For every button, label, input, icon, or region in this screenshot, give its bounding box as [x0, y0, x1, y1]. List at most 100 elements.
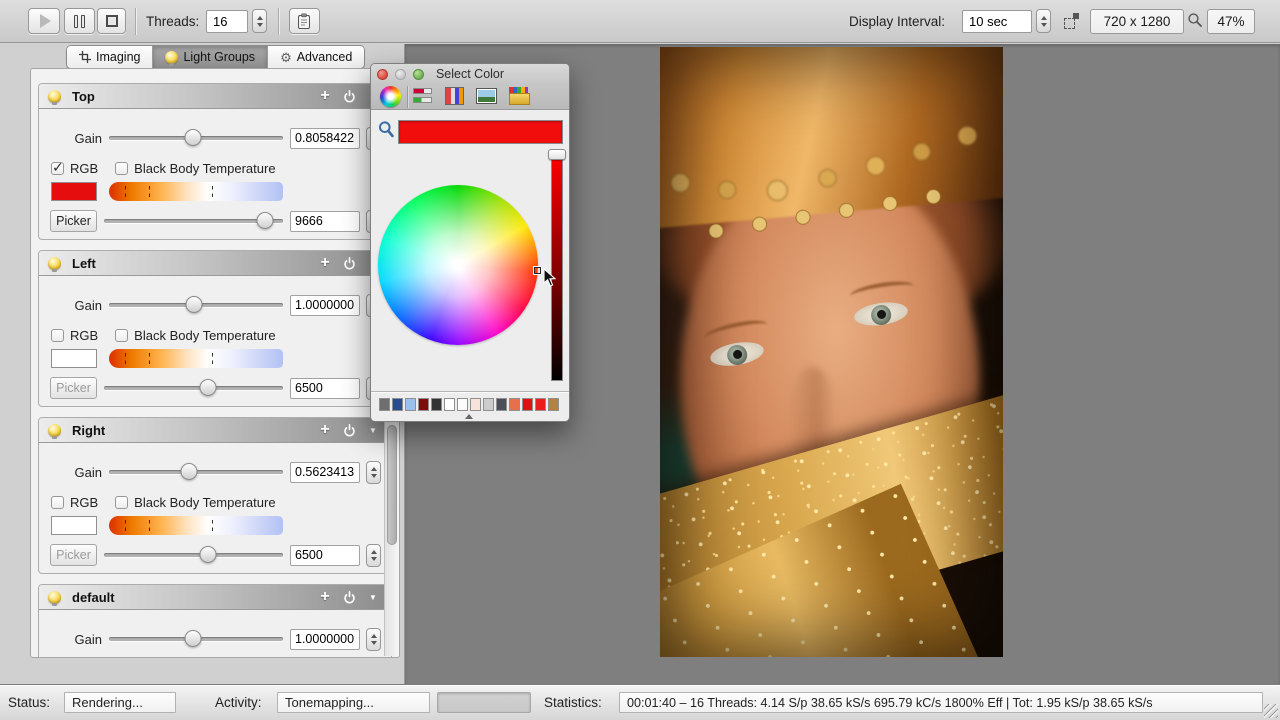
color-wheel[interactable] [378, 185, 538, 345]
copy-to-clipboard-button[interactable] [289, 8, 320, 34]
display-interval-input[interactable] [962, 10, 1032, 33]
add-light-group-button[interactable]: + [317, 423, 333, 437]
rgb-checkbox[interactable] [51, 162, 64, 175]
temperature-stepper[interactable] [366, 544, 381, 567]
resolution-display[interactable]: 720 x 1280 [1090, 9, 1184, 34]
scrollbar-thumb[interactable] [387, 425, 397, 545]
tab-label: Advanced [297, 50, 353, 64]
temperature-slider[interactable] [104, 208, 283, 234]
saved-color-swatch[interactable] [548, 398, 559, 411]
blackbody-checkbox[interactable] [115, 329, 128, 342]
saved-color-swatch[interactable] [392, 398, 403, 411]
saved-color-swatch[interactable] [379, 398, 390, 411]
color-loupe-icon[interactable] [378, 121, 394, 139]
minimize-button[interactable] [395, 69, 406, 80]
saved-color-swatch[interactable] [509, 398, 520, 411]
rgb-checkbox[interactable] [51, 496, 64, 509]
color-sliders-mode-button[interactable] [413, 88, 432, 105]
rgb-checkbox[interactable] [51, 329, 64, 342]
power-toggle-button[interactable] [341, 424, 357, 437]
slider-handle[interactable] [186, 296, 203, 313]
threads-stepper[interactable] [252, 9, 267, 33]
group-color-swatch[interactable] [51, 182, 97, 201]
light-group-body: Gain RGB Black Body Temperature Picker [39, 443, 391, 568]
saved-color-swatch[interactable] [522, 398, 533, 411]
dialog-divider [371, 391, 569, 392]
saved-color-swatch[interactable] [405, 398, 416, 411]
slider-handle[interactable] [257, 212, 274, 229]
gain-slider[interactable] [109, 292, 283, 318]
temperature-slider[interactable] [104, 542, 283, 568]
add-light-group-button[interactable]: + [317, 89, 333, 103]
temperature-value-input[interactable] [290, 211, 360, 232]
slider-handle[interactable] [181, 463, 198, 480]
gain-slider[interactable] [109, 125, 283, 151]
temperature-value-input[interactable] [290, 545, 360, 566]
image-palettes-mode-button[interactable] [476, 88, 497, 104]
power-toggle-button[interactable] [341, 90, 357, 103]
close-button[interactable] [377, 69, 388, 80]
slider-handle[interactable] [184, 630, 201, 647]
group-color-swatch[interactable] [51, 516, 97, 535]
gain-slider[interactable] [109, 459, 283, 485]
blackbody-gradient-bar[interactable] [109, 349, 283, 368]
blackbody-checkbox[interactable] [115, 162, 128, 175]
picker-button[interactable]: Picker [50, 210, 97, 232]
add-light-group-button[interactable]: + [317, 590, 333, 604]
saved-color-swatch[interactable] [444, 398, 455, 411]
color-wheel-mode-button[interactable] [380, 86, 401, 107]
gain-stepper[interactable] [366, 461, 381, 484]
gain-value-input[interactable] [290, 462, 360, 483]
saved-color-swatch[interactable] [496, 398, 507, 411]
temperature-value-input[interactable] [290, 378, 360, 399]
saved-color-swatch[interactable] [431, 398, 442, 411]
saved-color-swatch[interactable] [483, 398, 494, 411]
threads-input[interactable] [206, 10, 248, 33]
gain-value-input[interactable] [290, 295, 360, 316]
tab-advanced[interactable]: ⚙ Advanced [268, 46, 364, 68]
group-color-swatch[interactable] [51, 349, 97, 368]
light-group-header[interactable]: default + ▼ [39, 585, 391, 610]
power-toggle-button[interactable] [341, 591, 357, 604]
swatch-drawer-grip[interactable] [465, 414, 473, 419]
render-stop-button[interactable] [97, 8, 126, 34]
saved-color-swatch[interactable] [470, 398, 481, 411]
tab-imaging[interactable]: Imaging [67, 46, 153, 68]
blackbody-gradient-bar[interactable] [109, 516, 283, 535]
picker-button[interactable]: Picker [50, 544, 97, 566]
collapse-chevron-icon[interactable]: ▼ [365, 593, 381, 602]
render-start-button[interactable] [28, 8, 60, 34]
brightness-slider-handle[interactable] [548, 149, 566, 160]
slider-handle[interactable] [184, 129, 201, 146]
color-palettes-mode-button[interactable] [445, 87, 464, 105]
blackbody-checkbox[interactable] [115, 496, 128, 509]
temperature-slider[interactable] [104, 375, 283, 401]
zoom-button[interactable] [413, 69, 424, 80]
slider-handle[interactable] [199, 379, 216, 396]
render-pause-button[interactable] [64, 8, 95, 34]
dialog-titlebar[interactable]: Select Color [371, 64, 569, 84]
display-interval-stepper[interactable] [1036, 9, 1051, 33]
tab-light-groups[interactable]: Light Groups [153, 46, 268, 68]
zoom-level-display[interactable]: 47% [1207, 9, 1255, 34]
light-group-header[interactable]: Right + ▼ [39, 418, 391, 443]
saved-color-swatch[interactable] [535, 398, 546, 411]
gain-stepper[interactable] [366, 628, 381, 651]
brightness-slider[interactable] [551, 153, 563, 381]
gain-value-input[interactable] [290, 629, 360, 650]
picker-button[interactable]: Picker [50, 377, 97, 399]
slider-handle[interactable] [199, 546, 216, 563]
saved-color-swatch[interactable] [418, 398, 429, 411]
crayons-mode-button[interactable] [509, 87, 528, 105]
gain-slider[interactable] [109, 626, 283, 652]
saved-color-swatch[interactable] [457, 398, 468, 411]
light-group-header[interactable]: Top + ▼ [39, 84, 391, 109]
gain-value-input[interactable] [290, 128, 360, 149]
collapse-chevron-icon[interactable]: ▼ [365, 426, 381, 435]
color-wheel-marker[interactable] [534, 267, 541, 274]
blackbody-gradient-bar[interactable] [109, 182, 283, 201]
light-group-header[interactable]: Left + ▼ [39, 251, 391, 276]
window-resize-grip[interactable] [1264, 704, 1278, 718]
add-light-group-button[interactable]: + [317, 256, 333, 270]
power-toggle-button[interactable] [341, 257, 357, 270]
